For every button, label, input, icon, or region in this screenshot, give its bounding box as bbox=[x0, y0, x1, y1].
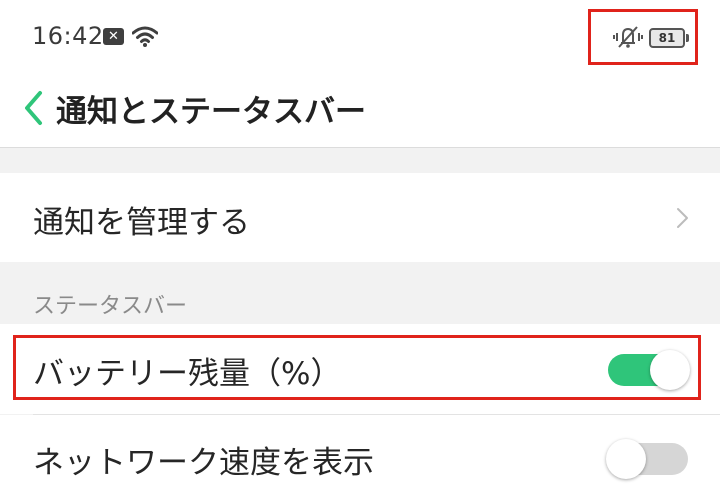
back-chevron-icon[interactable] bbox=[18, 80, 54, 136]
status-bar: 16:42 ✕ 81 bbox=[0, 0, 720, 72]
settings-screen: 16:42 ✕ 81 通知とステータスバー 通知を管理する ステータスバー バッ… bbox=[0, 0, 720, 501]
manage-notifications-label: 通知を管理する bbox=[33, 205, 250, 241]
vibrate-mute-icon bbox=[613, 26, 643, 48]
page-header: 通知とステータスバー bbox=[0, 72, 720, 148]
battery-percentage-label: バッテリー残量（%） bbox=[33, 356, 342, 392]
battery-icon: 81 bbox=[649, 28, 685, 48]
toggle-knob bbox=[650, 350, 690, 390]
status-highlight-box: 81 bbox=[588, 9, 698, 65]
network-speed-row[interactable]: ネットワーク速度を表示 bbox=[0, 415, 720, 501]
manage-notifications-row[interactable]: 通知を管理する bbox=[0, 173, 720, 262]
chevron-right-icon bbox=[677, 208, 688, 228]
notification-badge-icon: ✕ bbox=[103, 28, 124, 45]
battery-percentage-toggle[interactable] bbox=[608, 350, 690, 390]
battery-percentage-row[interactable]: バッテリー残量（%） bbox=[0, 324, 720, 414]
wifi-icon bbox=[132, 26, 158, 47]
battery-tip bbox=[686, 34, 689, 42]
page-title: 通知とステータスバー bbox=[56, 94, 366, 130]
section-header-status-bar: ステータスバー bbox=[33, 294, 188, 319]
status-time: 16:42 bbox=[32, 22, 104, 50]
network-speed-toggle[interactable] bbox=[606, 439, 688, 479]
toggle-knob bbox=[606, 439, 646, 479]
network-speed-label: ネットワーク速度を表示 bbox=[33, 445, 374, 481]
